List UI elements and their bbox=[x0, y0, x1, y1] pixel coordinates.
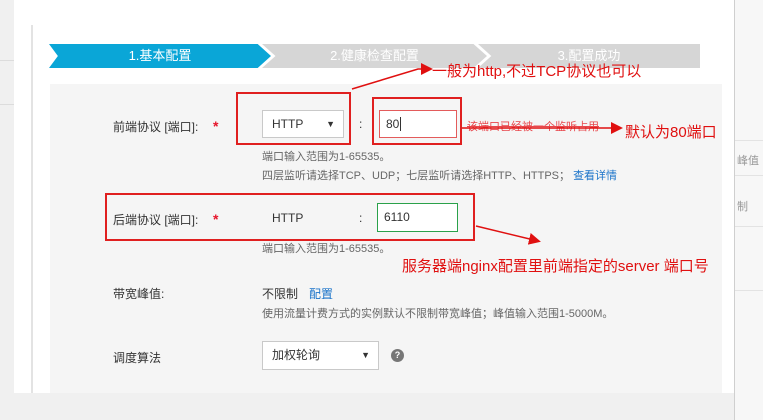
background-text-limit: 制 bbox=[737, 201, 748, 213]
bandwidth-hint: 使用流量计费方式的实例默认不限制带宽峰值；峰值输入范围1-5000M。 bbox=[262, 308, 614, 320]
frontend-port-error: 该端口已经被一个监听占用 bbox=[467, 121, 599, 133]
frontend-colon: : bbox=[359, 117, 363, 131]
bandwidth-config-link[interactable]: 配置 bbox=[309, 285, 333, 302]
annotation-backend-note: 服务器端nginx配置里前端指定的server 端口号 bbox=[402, 258, 709, 275]
view-details-link[interactable]: 查看详情 bbox=[573, 170, 617, 182]
background-text-peak: 峰值 bbox=[737, 155, 759, 167]
scheduler-select[interactable]: 加权轮询 ▼ bbox=[262, 341, 379, 370]
step-basic-config[interactable]: 1.基本配置 bbox=[49, 44, 271, 68]
frontend-required-mark: * bbox=[213, 118, 219, 134]
scheduler-label: 调度算法 bbox=[113, 351, 162, 365]
backend-port-range-hint: 端口输入范围为1-65535。 bbox=[262, 243, 391, 255]
bandwidth-value: 不限制 bbox=[262, 287, 299, 301]
scheduler-value: 加权轮询 bbox=[272, 348, 321, 362]
frontend-layer-hint: 四层监听请选择TCP、UDP；七层监听请选择HTTP、HTTPS； 查看详情 bbox=[262, 170, 618, 182]
question-circle-icon[interactable]: ? bbox=[391, 349, 404, 362]
annotation-protocol-note: 一般为http,不过TCP协议也可以 bbox=[432, 63, 642, 80]
annotation-box-frontend-protocol bbox=[236, 92, 351, 145]
annotation-box-frontend-port bbox=[372, 97, 462, 145]
annotation-box-backend bbox=[105, 193, 475, 241]
frontend-protocol-label: 前端协议 [端口]: bbox=[113, 120, 199, 134]
annotation-default-port-note: 默认为80端口 bbox=[625, 124, 717, 141]
chevron-down-icon: ▼ bbox=[361, 350, 370, 360]
page-left-gutter bbox=[0, 0, 14, 420]
frontend-port-range-hint: 端口输入范围为1-65535。 bbox=[262, 151, 391, 163]
page-bottom-gutter bbox=[0, 393, 763, 420]
background-table-strip: 峰值 制 bbox=[734, 0, 763, 420]
bandwidth-label: 带宽峰值: bbox=[113, 287, 165, 301]
card-left-border bbox=[31, 25, 33, 405]
